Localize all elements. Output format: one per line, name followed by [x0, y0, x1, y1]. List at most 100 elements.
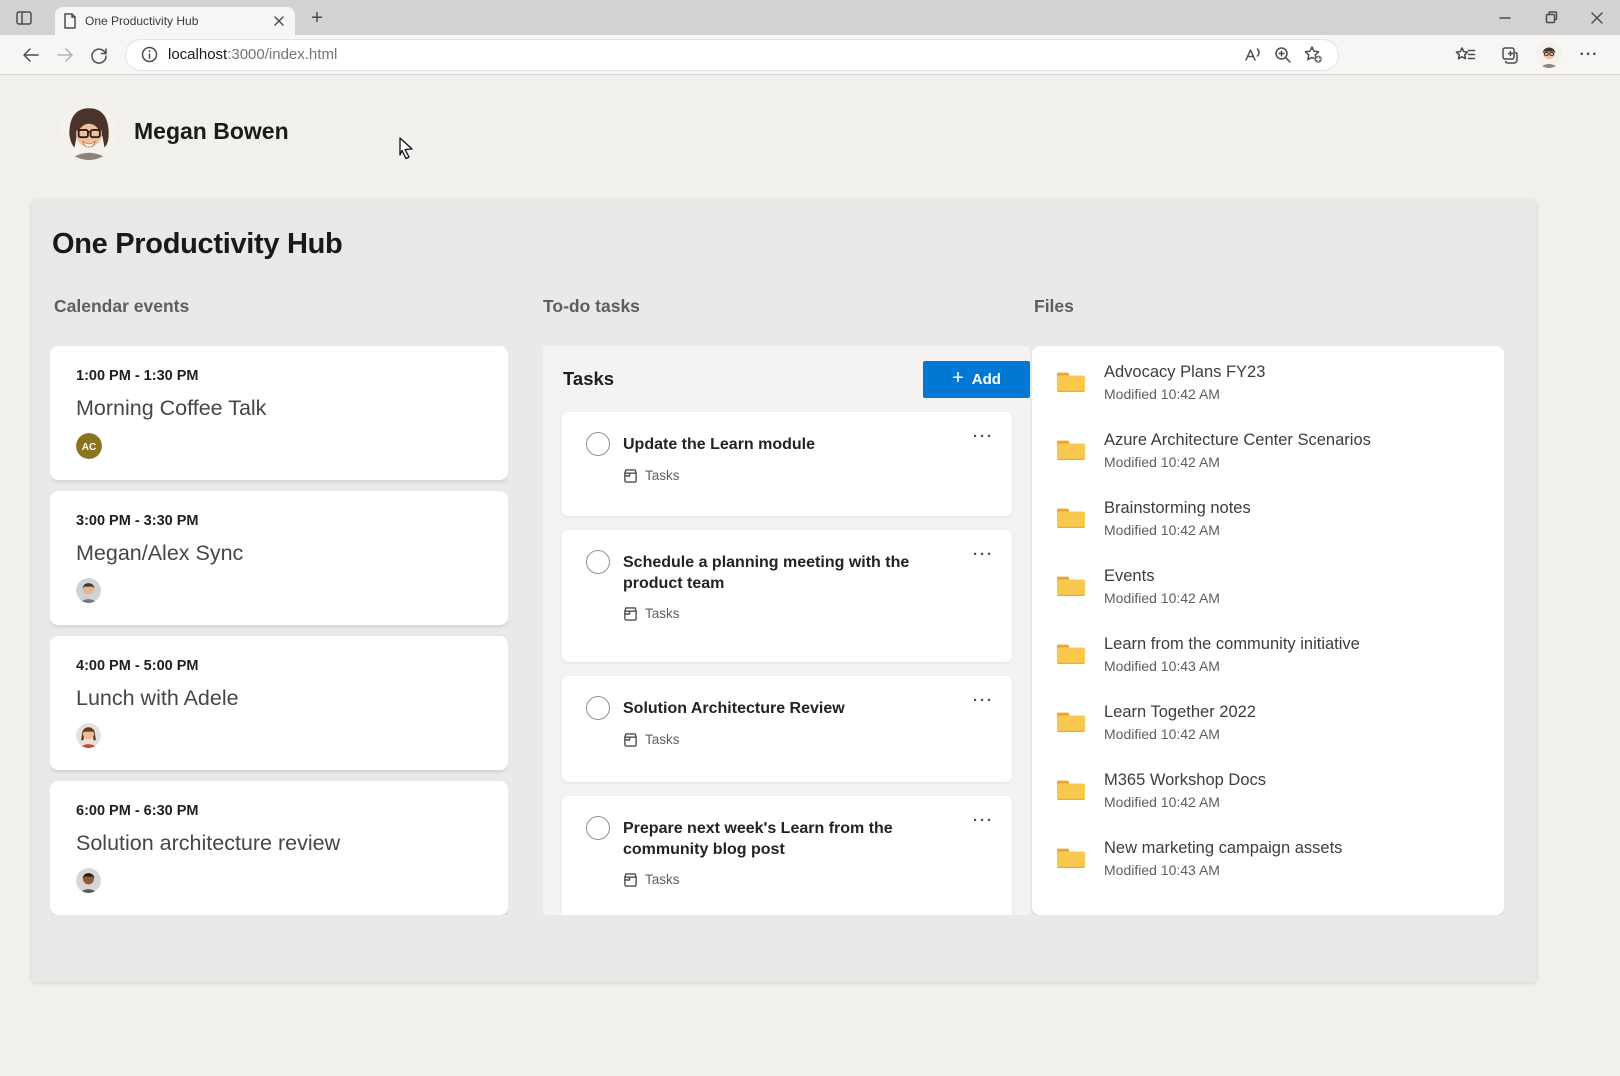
- browser-profile-avatar[interactable]: [1536, 42, 1562, 68]
- event-attendees: [76, 578, 482, 603]
- folder-icon: [1056, 370, 1086, 395]
- new-tab-button[interactable]: +: [303, 4, 331, 32]
- profile-name: Megan Bowen: [134, 118, 289, 145]
- address-bar[interactable]: localhost:3000/index.html: [126, 40, 1338, 70]
- browser-toolbar: localhost:3000/index.html: [0, 35, 1620, 75]
- file-modified: Modified 10:43 AM: [1104, 862, 1342, 878]
- calendar-event-card[interactable]: 3:00 PM - 3:30 PM Megan/Alex Sync: [50, 491, 508, 625]
- refresh-icon[interactable]: [82, 39, 116, 71]
- task-card[interactable]: Solution Architecture Review ··· Tasks: [562, 676, 1012, 782]
- minimize-button[interactable]: [1482, 0, 1528, 35]
- window-controls: [1482, 0, 1620, 35]
- file-row[interactable]: Advocacy Plans FY23Modified 10:42 AM: [1056, 358, 1480, 406]
- svg-text:AC: AC: [82, 442, 96, 453]
- add-favorite-icon[interactable]: [1298, 41, 1328, 69]
- site-info-icon[interactable]: [136, 42, 162, 68]
- task-list-icon: [623, 873, 638, 887]
- attendee-photo-avatar: [76, 868, 101, 893]
- task-more-icon[interactable]: ···: [973, 812, 994, 829]
- page-content: Megan Bowen One Productivity Hub Calenda…: [0, 76, 1620, 1076]
- file-row[interactable]: Events Modified 10:42 AM: [1056, 562, 1480, 610]
- file-name: Advocacy Plans FY23: [1104, 363, 1265, 382]
- task-title: Solution Architecture Review: [623, 698, 889, 719]
- calendar-events-list: 1:00 PM - 1:30 PM Morning Coffee Talk AC…: [50, 346, 508, 915]
- file-modified: Modified 10:43 AM: [1104, 658, 1360, 674]
- folder-icon: [1056, 574, 1086, 599]
- task-card[interactable]: Schedule a planning meeting with the pro…: [562, 530, 1012, 662]
- task-list-icon: [623, 607, 638, 621]
- collections-icon[interactable]: [1492, 39, 1526, 71]
- task-checkbox[interactable]: [586, 432, 610, 456]
- event-title: Morning Coffee Talk: [76, 396, 482, 421]
- close-button[interactable]: [1574, 0, 1620, 35]
- file-name: Learn from the community initiative: [1104, 635, 1360, 654]
- add-task-button[interactable]: + Add: [923, 361, 1030, 398]
- task-list-badge: Tasks: [623, 606, 996, 621]
- task-checkbox[interactable]: [586, 696, 610, 720]
- event-title: Lunch with Adele: [76, 686, 482, 711]
- task-card[interactable]: Prepare next week's Learn from the commu…: [562, 796, 1012, 915]
- file-row[interactable]: Learn Together 2022 Modified 10:42 AM: [1056, 698, 1480, 746]
- attendee-photo-avatar: [76, 578, 101, 603]
- todo-column-header: To-do tasks: [543, 296, 640, 317]
- event-title: Solution architecture review: [76, 831, 482, 856]
- file-name: Personal: [1104, 915, 1169, 916]
- url-text[interactable]: localhost:3000/index.html: [168, 46, 1238, 63]
- attendee-photo-avatar: [76, 723, 101, 748]
- task-checkbox[interactable]: [586, 550, 610, 574]
- favorites-icon[interactable]: [1448, 39, 1482, 71]
- file-name: Learn Together 2022: [1104, 703, 1256, 722]
- task-list-icon: [623, 469, 638, 483]
- folder-icon: [1056, 710, 1086, 735]
- file-row[interactable]: Personal: [1056, 902, 1480, 915]
- file-modified: Modified 10:42 AM: [1104, 522, 1251, 538]
- event-attendees: AC: [76, 433, 482, 459]
- task-checkbox[interactable]: [586, 816, 610, 840]
- tab-strip: One Productivity Hub +: [0, 0, 1620, 35]
- file-row[interactable]: Azure Architecture Center ScenariosModif…: [1056, 426, 1480, 474]
- folder-icon: [1056, 778, 1086, 803]
- event-time: 6:00 PM - 6:30 PM: [76, 803, 482, 819]
- event-time: 3:00 PM - 3:30 PM: [76, 513, 482, 529]
- file-modified: Modified 10:42 AM: [1104, 726, 1256, 742]
- read-aloud-icon[interactable]: [1238, 41, 1268, 69]
- page-title: One Productivity Hub: [52, 228, 342, 261]
- task-more-icon[interactable]: ···: [973, 692, 994, 709]
- page-icon: [63, 13, 77, 29]
- files-column-header: Files: [1034, 296, 1074, 317]
- megan-avatar: [60, 102, 118, 160]
- file-row[interactable]: Brainstorming notes Modified 10:42 AM: [1056, 494, 1480, 542]
- folder-icon: [1056, 642, 1086, 667]
- task-card[interactable]: Update the Learn module ··· Tasks: [562, 412, 1012, 516]
- file-modified: Modified 10:42 AM: [1104, 794, 1266, 810]
- back-icon[interactable]: [14, 39, 48, 71]
- tab-close-icon[interactable]: [271, 13, 287, 29]
- calendar-event-card[interactable]: 4:00 PM - 5:00 PM Lunch with Adele: [50, 636, 508, 770]
- task-title: Prepare next week's Learn from the commu…: [623, 818, 996, 860]
- folder-icon: [1056, 506, 1086, 531]
- file-modified: Modified 10:42 AM: [1104, 590, 1220, 606]
- profile-header: Megan Bowen: [60, 102, 289, 160]
- task-more-icon[interactable]: ···: [973, 428, 994, 445]
- event-title: Megan/Alex Sync: [76, 541, 482, 566]
- task-list-badge: Tasks: [623, 468, 996, 483]
- file-modified: Modified 10:42 AM: [1104, 454, 1371, 470]
- task-more-icon[interactable]: ···: [973, 546, 994, 563]
- settings-more-icon[interactable]: ···: [1572, 39, 1606, 71]
- browser-tab[interactable]: One Productivity Hub: [55, 7, 295, 35]
- tab-actions-icon[interactable]: [12, 6, 36, 30]
- file-name: Brainstorming notes: [1104, 499, 1251, 518]
- forward-icon[interactable]: [48, 39, 82, 71]
- folder-icon: [1056, 846, 1086, 871]
- task-list-badge: Tasks: [623, 872, 996, 887]
- file-row[interactable]: Learn from the community initiative Modif…: [1056, 630, 1480, 678]
- event-time: 1:00 PM - 1:30 PM: [76, 368, 482, 384]
- restore-button[interactable]: [1528, 0, 1574, 35]
- calendar-event-card[interactable]: 6:00 PM - 6:30 PM Solution architecture …: [50, 781, 508, 915]
- file-row[interactable]: M365 Workshop DocsModified 10:42 AM: [1056, 766, 1480, 814]
- file-name: Events: [1104, 567, 1220, 586]
- file-row[interactable]: New marketing campaign assetsModified 10…: [1056, 834, 1480, 882]
- folder-icon: [1056, 914, 1086, 916]
- zoom-icon[interactable]: [1268, 41, 1298, 69]
- calendar-event-card[interactable]: 1:00 PM - 1:30 PM Morning Coffee Talk AC: [50, 346, 508, 480]
